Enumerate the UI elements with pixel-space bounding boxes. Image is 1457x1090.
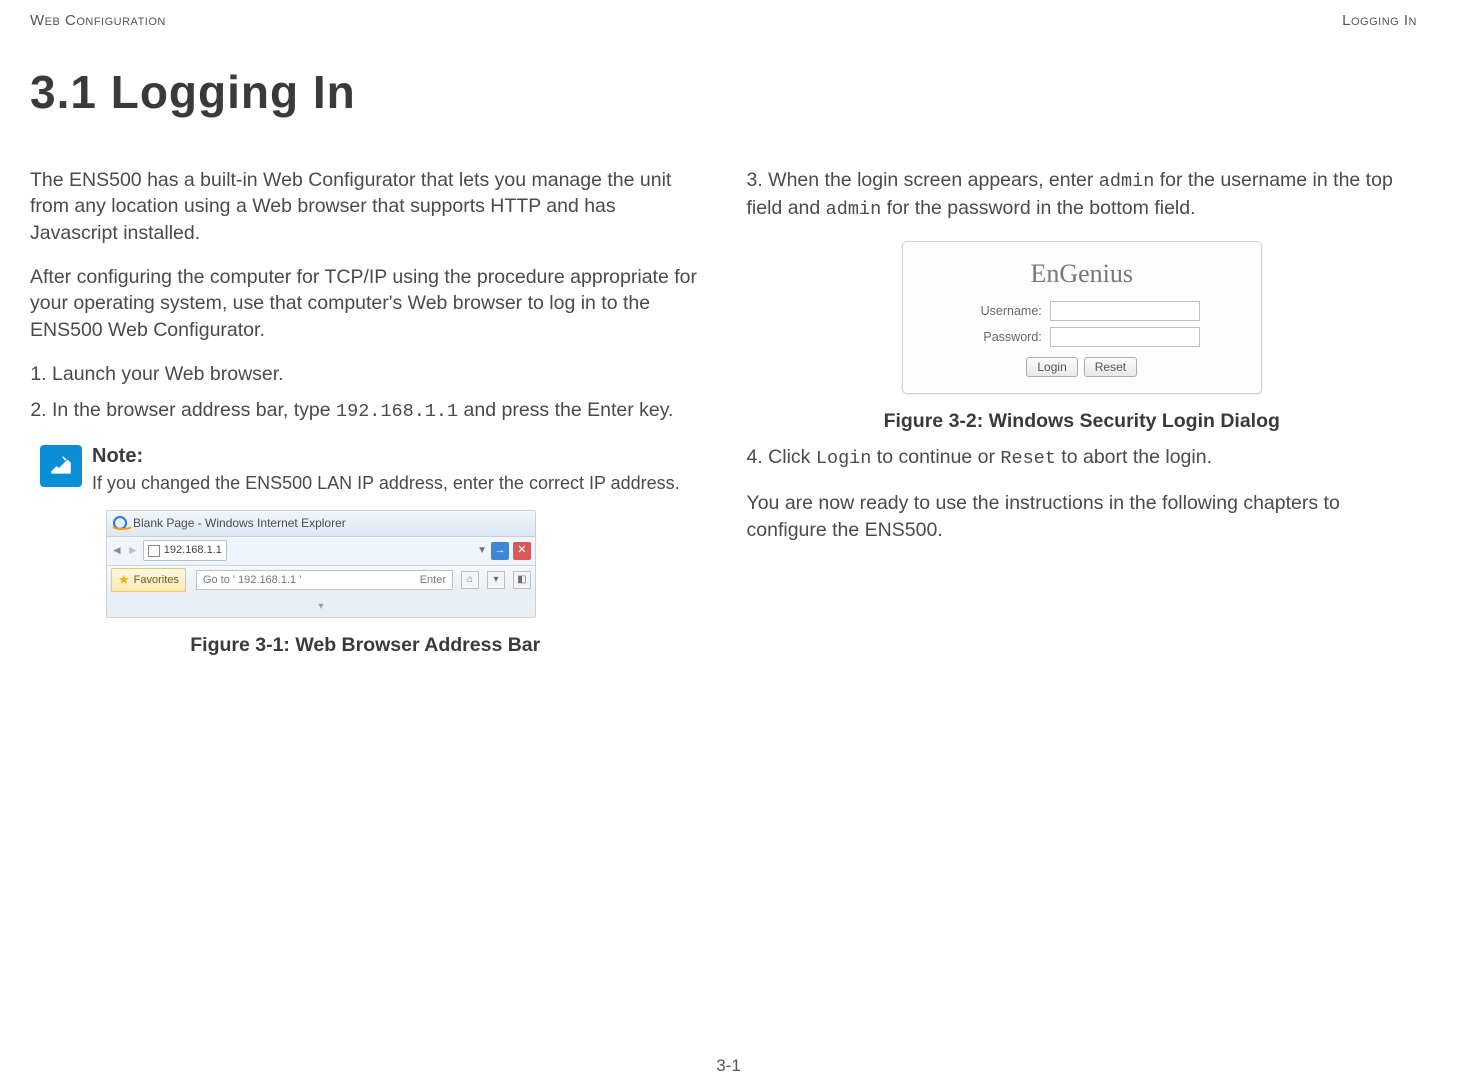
step-3-post: for the password in the bottom field. xyxy=(881,197,1195,219)
step-4-post: to abort the login. xyxy=(1056,446,1212,468)
page-icon xyxy=(148,545,160,557)
goto-suffix: ' xyxy=(296,574,301,586)
browser-window-title: Blank Page - Windows Internet Explorer xyxy=(133,515,346,531)
browser-second-row: ★ Favorites Go to ' 192.168.1.1 ' Enter … xyxy=(107,565,535,595)
note-block: Note: If you changed the ENS500 LAN IP a… xyxy=(40,443,701,495)
step-2: In the browser address bar, type 192.168… xyxy=(52,397,701,425)
expand-chevron-icon[interactable]: ▾ xyxy=(318,601,323,612)
username-input[interactable] xyxy=(1050,301,1200,321)
url-text: 192.168.1.1 xyxy=(164,543,222,558)
enter-dropdown[interactable]: Go to ' 192.168.1.1 ' Enter xyxy=(196,570,453,591)
step-4: 4. Click Login to continue or Reset to a… xyxy=(747,444,1418,472)
figure-browser-addressbar: Blank Page - Windows Internet Explorer ◄… xyxy=(106,510,536,619)
intro-p1: The ENS500 has a built-in Web Configurat… xyxy=(30,167,701,246)
favorites-tab[interactable]: ★ Favorites xyxy=(111,568,186,592)
reset-button[interactable]: Reset xyxy=(1084,357,1137,377)
left-column: The ENS500 has a built-in Web Configurat… xyxy=(30,167,701,668)
username-row: Username: xyxy=(921,301,1243,321)
dropdown-icon[interactable]: ▼ xyxy=(477,544,487,558)
login-brand: EnGenius xyxy=(921,256,1243,291)
goto-url: 192.168.1.1 xyxy=(238,574,296,586)
password-row: Password: xyxy=(921,327,1243,347)
password-input[interactable] xyxy=(1050,327,1200,347)
note-icon xyxy=(40,445,82,487)
ie-icon xyxy=(113,516,127,530)
right-column: 3. When the login screen appears, enter … xyxy=(747,167,1418,668)
closing-paragraph: You are now ready to use the instruction… xyxy=(747,490,1418,543)
note-title: Note: xyxy=(92,443,680,470)
step-2-ip: 192.168.1.1 xyxy=(336,401,458,422)
browser-urlrow: ◄ ► 192.168.1.1 ▼ → ✕ xyxy=(107,537,535,565)
menu-dropdown-icon[interactable]: ▾ xyxy=(487,571,505,589)
page-title: 3.1 Logging In xyxy=(30,65,1417,119)
step-4-login: Login xyxy=(816,448,872,469)
nav-back-icon[interactable]: ◄ xyxy=(111,542,123,558)
nav-fwd-icon[interactable]: ► xyxy=(127,542,139,558)
goto-prefix: Go to ' xyxy=(203,574,238,586)
star-icon: ★ xyxy=(118,571,130,589)
figure-3-2-caption: Figure 3-2: Windows Security Login Dialo… xyxy=(747,408,1418,434)
go-button-icon[interactable]: → xyxy=(491,542,509,560)
figure-3-1-caption: Figure 3-1: Web Browser Address Bar xyxy=(30,632,701,658)
url-field-wrapper[interactable]: 192.168.1.1 xyxy=(143,540,227,561)
step-3: 3. When the login screen appears, enter … xyxy=(747,167,1418,223)
step-3-user: admin xyxy=(1099,171,1155,192)
username-label: Username: xyxy=(964,303,1042,320)
steps-list: Launch your Web browser. In the browser … xyxy=(52,361,701,425)
note-body: If you changed the ENS500 LAN IP address… xyxy=(92,472,680,495)
header-right: Logging In xyxy=(1342,12,1417,29)
step-4-pre: 4. Click xyxy=(747,446,816,468)
step-2-pre: In the browser address bar, type xyxy=(52,399,336,421)
step-3-pass: admin xyxy=(826,199,882,220)
step-1: Launch your Web browser. xyxy=(52,361,701,387)
header-left: Web Configuration xyxy=(30,12,166,29)
enter-text: Enter xyxy=(420,573,446,588)
feeds-icon[interactable]: ◧ xyxy=(513,571,531,589)
browser-titlebar: Blank Page - Windows Internet Explorer xyxy=(107,511,535,537)
home-button-icon[interactable]: ⌂ xyxy=(461,571,479,589)
step-4-reset: Reset xyxy=(1000,448,1056,469)
step-4-mid: to continue or xyxy=(871,446,1000,468)
stop-button-icon[interactable]: ✕ xyxy=(513,542,531,560)
figure-login-dialog: EnGenius Username: Password: Login Reset xyxy=(902,241,1262,394)
step-3-pre: 3. When the login screen appears, enter xyxy=(747,169,1099,191)
favorites-label: Favorites xyxy=(134,573,179,588)
login-button[interactable]: Login xyxy=(1026,357,1077,377)
step-2-post: and press the Enter key. xyxy=(458,399,673,421)
intro-p2: After configuring the computer for TCP/I… xyxy=(30,264,701,343)
password-label: Password: xyxy=(964,329,1042,346)
page-number: 3-1 xyxy=(716,1056,741,1076)
